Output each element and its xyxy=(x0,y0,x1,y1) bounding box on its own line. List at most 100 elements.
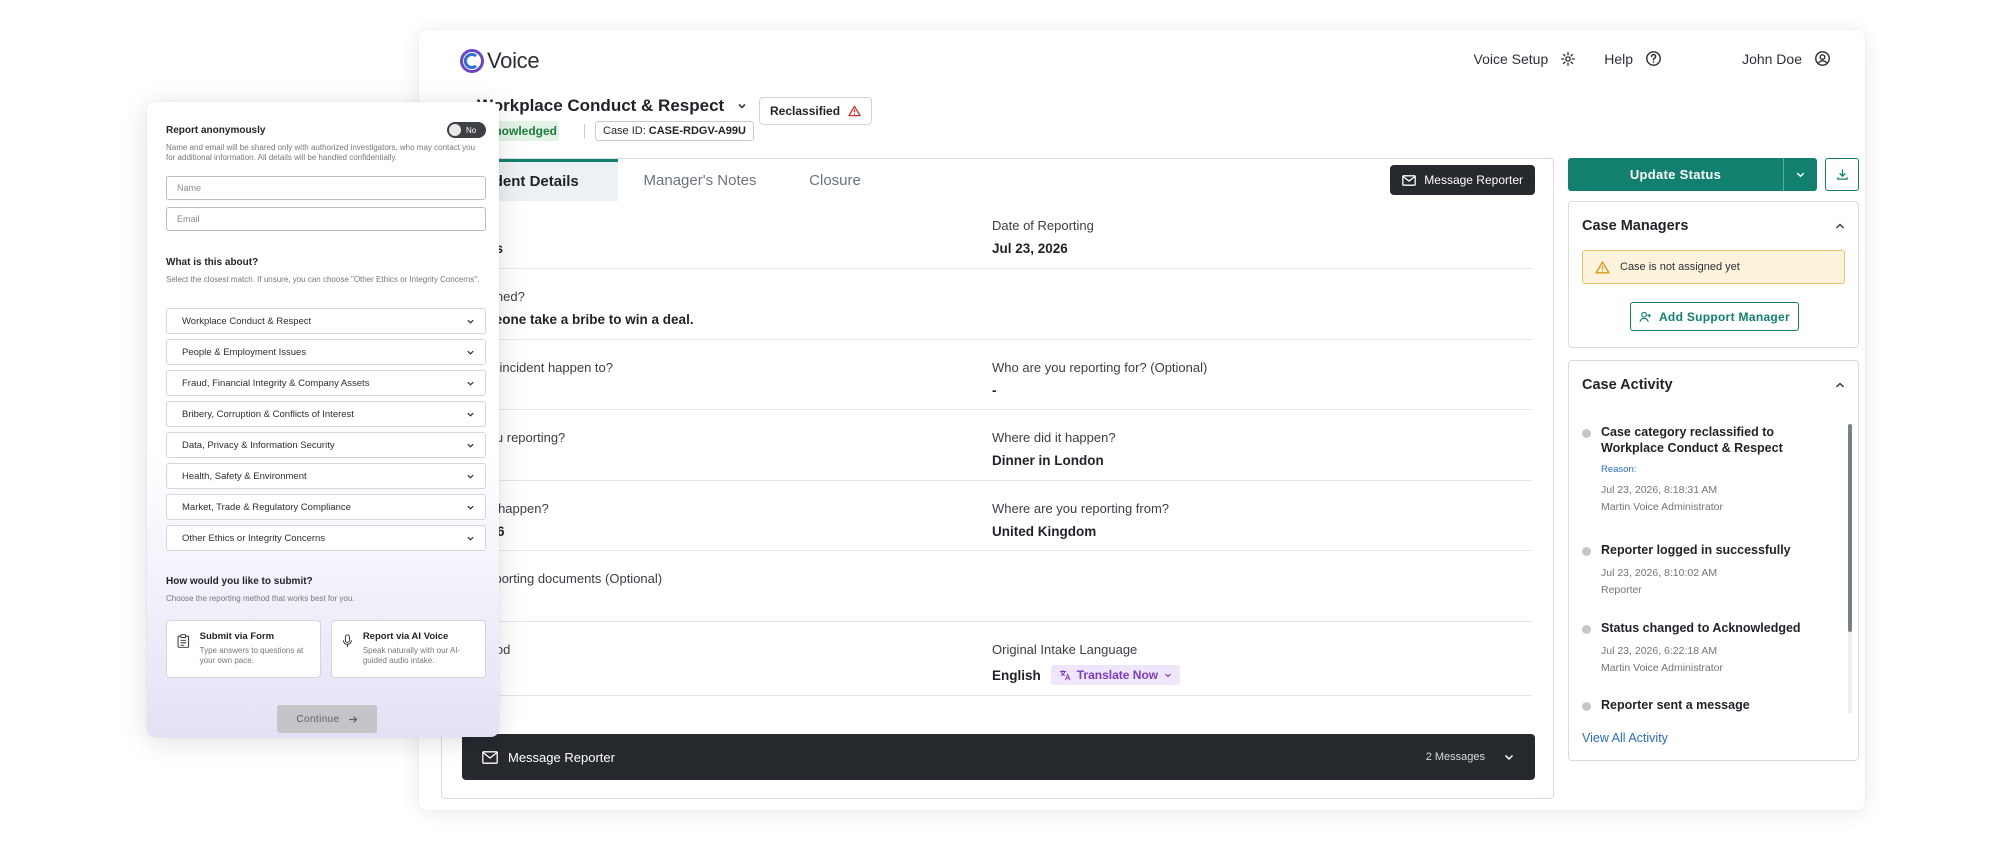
update-status-button[interactable]: Update Status xyxy=(1568,158,1817,191)
category-option[interactable]: Health, Safety & Environment xyxy=(166,463,486,489)
option-desc: Speak naturally with our AI-guided audio… xyxy=(362,646,461,665)
chevron-up-icon[interactable] xyxy=(1834,379,1846,391)
anonymous-help-text: Name and email will be shared only with … xyxy=(166,143,476,162)
chevron-up-icon[interactable] xyxy=(1834,220,1846,232)
case-tabs: cident Details Manager's Notes Closure xyxy=(442,159,888,201)
field-label: Where did it happen? xyxy=(992,430,1116,445)
report-anonymously-label: Report anonymously xyxy=(166,125,266,136)
tab-closure[interactable]: Closure xyxy=(782,159,888,201)
help-link[interactable]: Help xyxy=(1604,50,1662,67)
report-via-ai-voice-option[interactable]: Report via AI Voice Speak naturally with… xyxy=(331,620,486,678)
update-status-label: Update Status xyxy=(1629,167,1722,182)
case-category-title[interactable]: Workplace Conduct & Respect xyxy=(477,96,748,116)
warning-icon xyxy=(848,105,861,117)
download-button[interactable] xyxy=(1825,158,1859,191)
report-form-panel: Report anonymously No Name and email wil… xyxy=(147,102,499,737)
activity-actor: Martin Voice Administrator xyxy=(1601,662,1723,674)
timeline-dot xyxy=(1582,702,1591,711)
detail-row: d the incident happen to? Who are you re… xyxy=(442,340,1532,410)
case-managers-panel: Case Managers Case is not assigned yet A… xyxy=(1568,201,1859,348)
category-option[interactable]: Market, Trade & Regulatory Compliance xyxy=(166,494,486,520)
brand-name: Voice xyxy=(487,48,540,73)
voice-logo[interactable]: Voice xyxy=(459,48,540,74)
chevron-down-icon xyxy=(467,474,474,479)
option-title: Report via AI Voice xyxy=(362,631,449,642)
mail-icon xyxy=(1402,174,1417,186)
detail-field: Where did it happen? Dinner in London xyxy=(992,430,1116,468)
detail-field: Original Intake Language English Transla… xyxy=(992,642,1181,685)
chevron-down-icon xyxy=(467,350,474,355)
case-id-value: CASE-RDGV-A99U xyxy=(648,125,746,137)
category-option[interactable]: Bribery, Corruption & Conflicts of Inter… xyxy=(166,401,486,427)
category-option[interactable]: Workplace Conduct & Respect xyxy=(166,308,486,334)
category-option[interactable]: Other Ethics or Integrity Concerns xyxy=(166,525,486,551)
activity-item: Reporter sent a message xyxy=(1582,697,1837,713)
option-desc: Type answers to questions at your own pa… xyxy=(199,646,304,665)
field-label: Original Intake Language xyxy=(992,642,1138,657)
chevron-down-icon xyxy=(738,103,746,109)
timeline-dot xyxy=(1582,429,1591,438)
email-field[interactable]: Email xyxy=(166,207,486,231)
continue-button[interactable]: Continue xyxy=(277,705,377,733)
chevron-down-icon xyxy=(467,443,474,448)
activity-title: Status changed to Acknowledged xyxy=(1601,621,1801,635)
toggle-knob xyxy=(449,124,461,136)
field-value: United Kingdom xyxy=(992,524,1097,539)
help-label: Help xyxy=(1604,50,1634,67)
category-option[interactable]: Fraud, Financial Integrity & Company Ass… xyxy=(166,370,486,396)
user-name: John Doe xyxy=(1742,50,1802,67)
message-reporter-label: Message Reporter xyxy=(1424,173,1523,187)
category-option[interactable]: People & Employment Issues xyxy=(166,339,486,365)
clipboard-icon xyxy=(177,634,190,648)
update-status-dropdown[interactable] xyxy=(1783,158,1817,191)
chevron-down-icon xyxy=(467,381,474,386)
field-value: Dinner in London xyxy=(992,453,1104,468)
translate-icon xyxy=(1059,670,1071,681)
category-label: Data, Privacy & Information Security xyxy=(182,439,335,451)
field-label: appened? xyxy=(467,289,694,304)
add-support-manager-button[interactable]: Add Support Manager xyxy=(1630,302,1799,331)
name-field[interactable]: Name xyxy=(166,176,486,200)
user-menu[interactable]: John Doe xyxy=(1742,50,1831,67)
unassigned-warning-text: Case is not assigned yet xyxy=(1620,261,1740,273)
category-option[interactable]: Data, Privacy & Information Security xyxy=(166,432,486,458)
detail-field: appened? someone take a bribe to win a de… xyxy=(467,289,694,327)
continue-label: Continue xyxy=(296,713,340,725)
case-id-tag: Case ID: CASE-RDGV-A99U xyxy=(595,121,754,141)
detail-field: Date of Reporting Jul 23, 2026 xyxy=(992,218,1094,256)
activity-scrollbar-thumb[interactable] xyxy=(1848,424,1852,632)
translate-now-button[interactable]: Translate Now xyxy=(1050,665,1181,685)
chevron-down-icon xyxy=(1796,172,1805,178)
category-label: Fraud, Financial Integrity & Company Ass… xyxy=(182,377,370,389)
activity-item: Case category reclassified to Workplace … xyxy=(1582,424,1837,514)
category-label: Other Ethics or Integrity Concerns xyxy=(182,532,326,544)
case-managers-title: Case Managers xyxy=(1582,218,1689,234)
message-reporter-button[interactable]: Message Reporter xyxy=(1390,165,1535,195)
view-all-activity-link[interactable]: View All Activity xyxy=(1582,731,1668,745)
message-count: 2 Messages xyxy=(1425,751,1485,763)
top-nav: Voice Setup Help John Doe xyxy=(1474,50,1831,67)
voice-setup-link[interactable]: Voice Setup xyxy=(1474,51,1577,67)
activity-title: Reporter sent a message xyxy=(1601,698,1750,712)
reclassified-label: Reclassified xyxy=(770,104,841,118)
category-label: Health, Safety & Environment xyxy=(182,470,307,482)
category-label: Market, Trade & Regulatory Compliance xyxy=(182,501,351,513)
message-bar[interactable]: Message Reporter 2 Messages xyxy=(462,734,1535,780)
tab-managers-notes[interactable]: Manager's Notes xyxy=(618,159,782,201)
field-value: English Translate Now xyxy=(992,665,1181,685)
field-label: Date of Reporting xyxy=(992,218,1094,233)
case-category-label: Workplace Conduct & Respect xyxy=(477,96,725,115)
activity-title: Case category reclassified to Workplace … xyxy=(1601,425,1783,455)
case-activity-panel: Case Activity Case category reclassified… xyxy=(1568,360,1859,761)
toggle-label: No xyxy=(466,125,477,135)
anonymous-toggle[interactable]: No xyxy=(447,122,486,138)
detail-row: re you reporting?mith Where did it happe… xyxy=(442,410,1532,481)
activity-item: Status changed to Acknowledged Jul 23, 2… xyxy=(1582,620,1837,675)
chevron-down-icon xyxy=(467,319,474,324)
chevron-down-icon xyxy=(1165,673,1172,678)
detail-row: did it happen?, 2026 Where are you repor… xyxy=(442,481,1532,551)
submit-via-form-option[interactable]: Submit via Form Type answers to question… xyxy=(166,620,321,678)
arrow-right-icon xyxy=(348,715,357,723)
submit-method-help: Choose the reporting method that works b… xyxy=(166,594,355,603)
about-help-text: Select the closest match. If unsure, you… xyxy=(166,275,480,284)
